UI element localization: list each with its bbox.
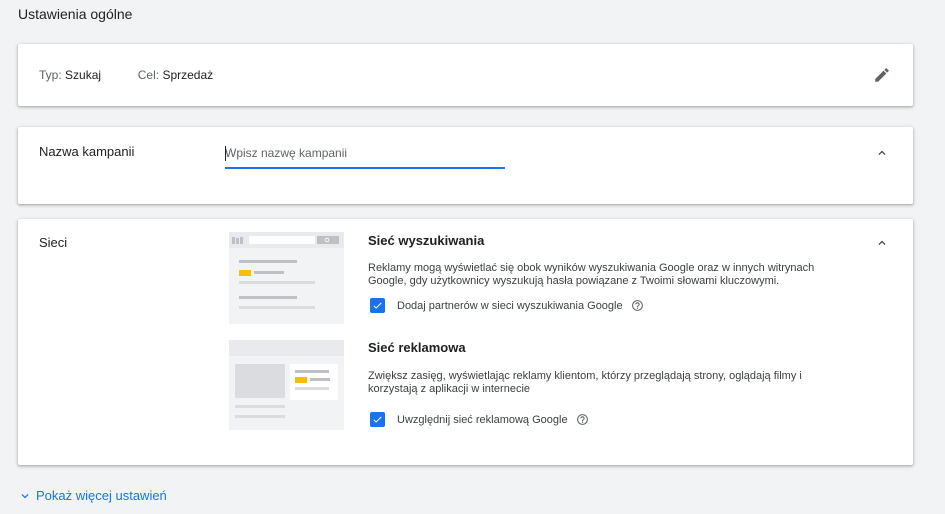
campaign-name-input[interactable] <box>225 143 505 163</box>
page-title: Ustawienia ogólne <box>18 6 133 22</box>
networks-card: Sieci Sieć wyszukiwania Reklamy mogą wyś… <box>18 219 913 465</box>
campaign-name-card: Nazwa kampanii <box>18 127 913 204</box>
display-network-title: Sieć reklamowa <box>368 340 466 355</box>
checkmark-icon <box>373 302 382 309</box>
search-partners-option[interactable]: Dodaj partnerów w sieci wyszukiwania Goo… <box>368 298 848 313</box>
goal-label: Cel: <box>137 68 160 82</box>
help-icon[interactable] <box>631 299 644 312</box>
display-network-section: Sieć reklamowa Zwiększ zasięg, wyświetla… <box>368 340 848 427</box>
text-caret <box>225 146 226 161</box>
chevron-up-icon[interactable] <box>875 146 889 160</box>
show-more-settings-link[interactable]: Pokaż więcej ustawień <box>18 488 167 503</box>
display-network-label: Uwzględnij sieć reklamową Google <box>397 413 568 426</box>
chevron-up-icon[interactable] <box>875 236 889 250</box>
campaign-name-field[interactable] <box>225 143 505 169</box>
search-partners-checkbox[interactable] <box>370 298 385 313</box>
type-value: Szukaj <box>65 68 102 82</box>
campaign-type-card: Typ: Szukaj Cel: Sprzedaż <box>18 44 913 106</box>
type-goal-summary: Typ: Szukaj Cel: Sprzedaż <box>39 68 213 82</box>
display-network-description: Zwiększ zasięg, wyświetlając reklamy kli… <box>368 370 802 395</box>
search-network-title: Sieć wyszukiwania <box>368 233 485 248</box>
display-network-checkbox[interactable] <box>370 412 385 427</box>
type-label: Typ: <box>39 68 62 82</box>
search-network-description: Reklamy mogą wyświetlać się obok wyników… <box>368 262 815 287</box>
help-icon[interactable] <box>576 413 589 426</box>
chevron-down-icon <box>21 493 29 498</box>
pencil-icon[interactable] <box>873 66 891 84</box>
campaign-name-label: Nazwa kampanii <box>39 144 135 159</box>
networks-label: Sieci <box>39 235 68 250</box>
search-partners-label: Dodaj partnerów w sieci wyszukiwania Goo… <box>397 299 623 312</box>
display-network-illustration-icon <box>229 340 344 430</box>
display-network-option[interactable]: Uwzględnij sieć reklamową Google <box>368 412 848 427</box>
checkmark-icon <box>373 416 382 423</box>
search-network-section: Sieć wyszukiwania Reklamy mogą wyświetla… <box>368 233 848 313</box>
show-more-settings-label: Pokaż więcej ustawień <box>36 488 167 503</box>
search-network-illustration-icon <box>229 232 344 324</box>
goal-value: Sprzedaż <box>162 68 214 82</box>
